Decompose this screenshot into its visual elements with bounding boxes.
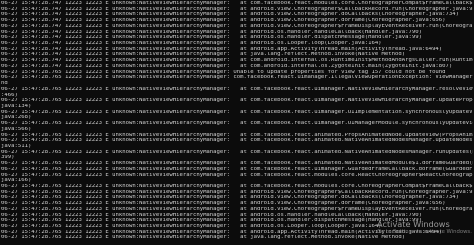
log-line: 06-27 15:47:28.765 12223 12223 E unknown… bbox=[1, 86, 473, 92]
terminal-window[interactable]: 06-27 15:47:28.747 12223 12223 E unknown… bbox=[0, 0, 474, 245]
log-line: 06-27 15:47:28.765 12223 12223 E unknown… bbox=[1, 121, 473, 127]
log-line: 06-27 15:47:28.765 12223 12223 E unknown… bbox=[1, 75, 473, 81]
log-line: 06-27 15:47:28.765 12223 12223 E unknown… bbox=[1, 235, 406, 241]
log-line: 06-27 15:47:28.765 12223 12223 E unknown… bbox=[1, 138, 473, 144]
log-line: 06-27 15:47:28.765 12223 12223 E unknown… bbox=[1, 149, 473, 155]
log-line: 06-27 15:47:28.765 12223 12223 E unknown… bbox=[1, 109, 473, 115]
log-output[interactable]: 06-27 15:47:28.747 12223 12223 E unknown… bbox=[1, 1, 473, 241]
log-line: 06-27 15:47:28.765 12223 12223 E unknown… bbox=[1, 172, 473, 178]
log-line: 06-27 15:47:28.765 12223 12223 E unknown… bbox=[1, 98, 473, 104]
